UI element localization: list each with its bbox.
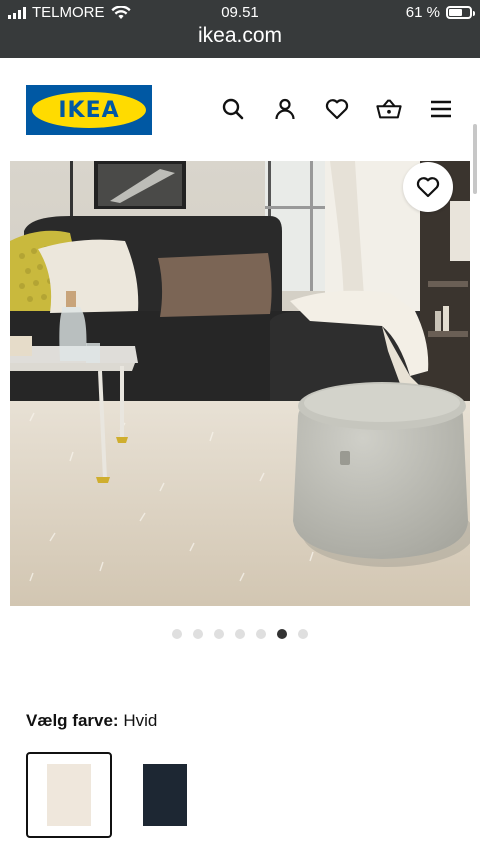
battery-status: 61 % [405,4,475,21]
swatch-thumbnail [143,764,187,826]
color-swatch-dark-blue[interactable] [122,752,208,838]
header-actions [220,96,454,122]
logo-text: IKEA [58,97,120,123]
carousel-dot[interactable] [256,629,266,639]
account-icon[interactable] [272,96,298,122]
page-scrollbar[interactable] [473,124,477,194]
status-bar: TELMORE 09.51 61 % ikea.com [0,0,480,58]
menu-icon[interactable] [428,96,454,122]
carousel-dot[interactable] [277,629,287,639]
site-header: IKEA [0,58,480,194]
battery-percent: 61 % [405,4,440,21]
selected-color-name: Hvid [123,711,158,730]
battery-icon [446,6,475,19]
address-bar[interactable]: ikea.com [0,24,480,48]
color-swatch-white[interactable] [26,752,112,838]
product-image[interactable] [10,161,470,606]
living-room-photo [10,161,470,606]
favourites-icon[interactable] [324,96,350,122]
color-selector-label: Vælg farve: Hvid [26,711,157,731]
carousel-dot[interactable] [214,629,224,639]
heart-icon [416,177,440,198]
ikea-logo[interactable]: IKEA [26,85,152,135]
carousel-dot[interactable] [298,629,308,639]
basket-icon[interactable] [376,96,402,122]
add-to-favourites-button[interactable] [403,162,453,212]
carousel-indicator [0,629,480,639]
carousel-dot[interactable] [235,629,245,639]
carousel-dot[interactable] [193,629,203,639]
color-label-prefix: Vælg farve: [26,711,119,730]
carousel-dot[interactable] [172,629,182,639]
search-icon[interactable] [220,96,246,122]
swatch-thumbnail [47,764,91,826]
